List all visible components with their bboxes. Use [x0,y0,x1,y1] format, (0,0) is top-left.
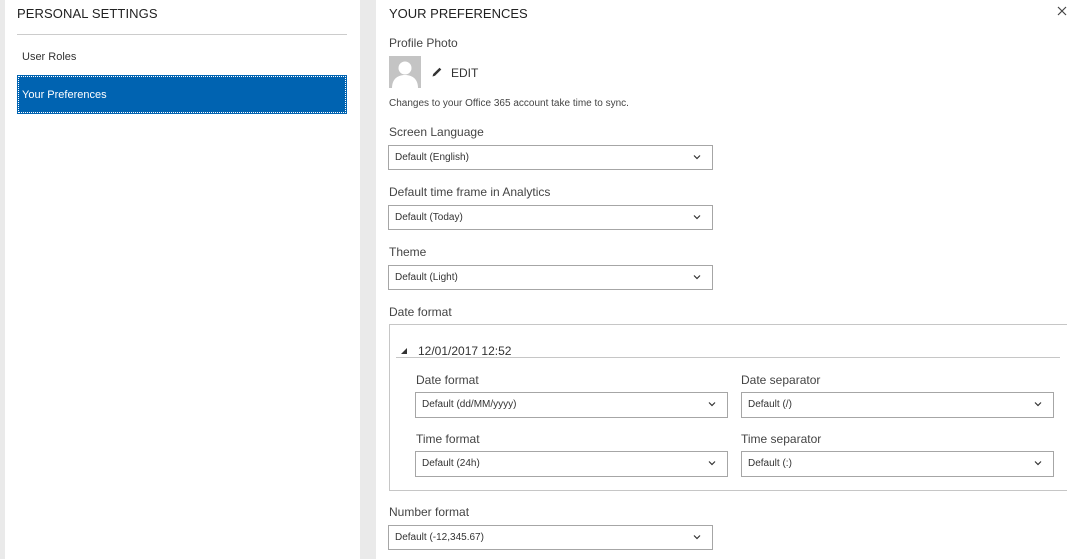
preferences-panel: YOUR PREFERENCES Profile Photo EDIT Chan… [376,0,1067,559]
chevron-down-icon [692,272,702,285]
sidebar-title: PERSONAL SETTINGS [17,6,158,21]
number-format-label: Number format [389,505,470,519]
theme-select[interactable]: Default (Light) [388,265,713,290]
time-frame-select[interactable]: Default (Today) [388,205,713,230]
close-icon[interactable] [1057,5,1067,20]
chevron-down-icon [707,458,717,471]
screen-language-label: Screen Language [389,125,484,139]
theme-label: Theme [389,245,427,259]
date-format-value: Default (dd/MM/yyyy) [422,399,517,410]
pencil-icon [431,66,443,81]
date-format-select[interactable]: Default (dd/MM/yyyy) [415,392,728,418]
edit-photo-button[interactable]: EDIT [431,63,478,83]
chevron-down-icon [692,152,702,165]
screen-language-value: Default (English) [395,152,469,163]
time-separator-select[interactable]: Default (:) [741,451,1054,477]
date-separator-value: Default (/) [748,399,792,410]
triangle-collapse-icon [400,344,408,358]
date-format-label: Date format [416,373,479,387]
avatar-icon[interactable] [389,56,421,88]
screen-language-select[interactable]: Default (English) [388,145,713,170]
chevron-down-icon [692,212,702,225]
time-separator-value: Default (:) [748,458,792,469]
date-format-divider [396,357,1060,358]
sidebar-item-label: User Roles [22,50,77,63]
sidebar-item-label: Your Preferences [22,88,107,101]
chevron-down-icon [1033,458,1043,471]
theme-value: Default (Light) [395,272,458,283]
number-format-select[interactable]: Default (-12,345.67) [388,525,713,550]
time-format-label: Time format [416,432,480,446]
sidebar: PERSONAL SETTINGS User Roles Your Prefer… [5,0,360,559]
number-format-value: Default (-12,345.67) [395,532,484,543]
date-separator-label: Date separator [741,373,821,387]
page-title: YOUR PREFERENCES [389,6,528,21]
date-format-section-label: Date format [389,305,452,319]
sidebar-item-user-roles[interactable]: User Roles [17,37,347,76]
chevron-down-icon [1033,399,1043,412]
time-separator-label: Time separator [741,432,822,446]
profile-photo-label: Profile Photo [389,36,458,50]
edit-label: EDIT [451,66,479,80]
sidebar-item-your-preferences[interactable]: Your Preferences [17,75,347,114]
chevron-down-icon [692,532,702,545]
chevron-down-icon [707,399,717,412]
time-format-value: Default (24h) [422,458,480,469]
sync-note: Changes to your Office 365 account take … [389,98,629,109]
time-frame-label: Default time frame in Analytics [389,185,551,199]
sidebar-divider [17,34,347,35]
date-preview: 12/01/2017 12:52 [418,344,512,358]
time-format-select[interactable]: Default (24h) [415,451,728,477]
time-frame-value: Default (Today) [395,212,463,223]
date-separator-select[interactable]: Default (/) [741,392,1054,418]
panel-gutter [360,0,376,559]
